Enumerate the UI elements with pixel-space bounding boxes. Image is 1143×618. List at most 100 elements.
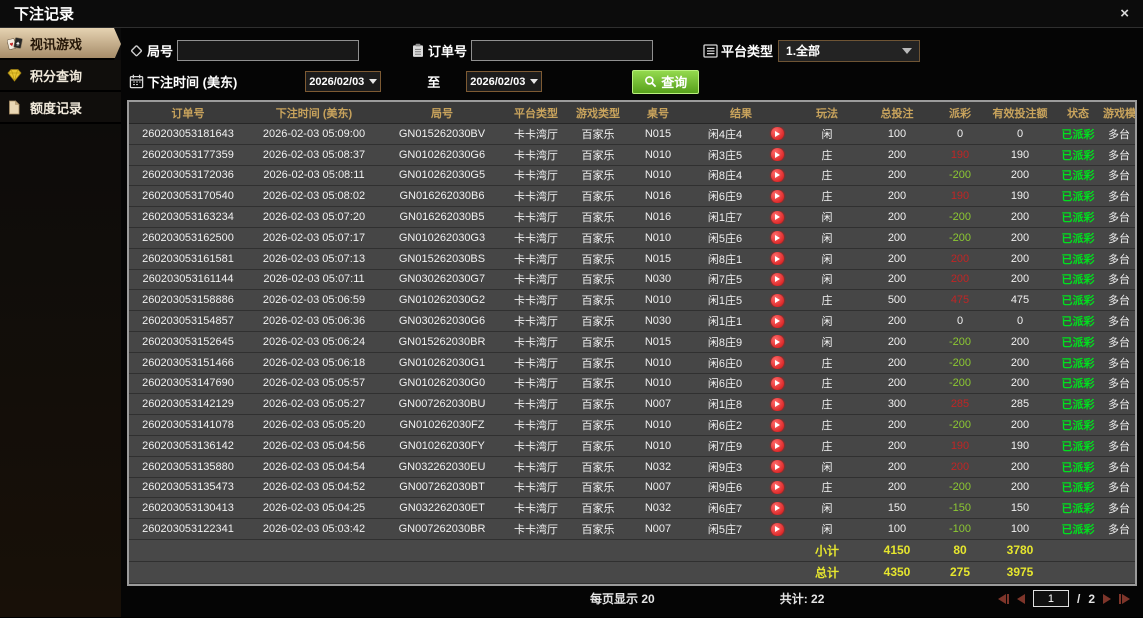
cell-bet: 200 [887,252,907,265]
close-icon[interactable]: × [1120,6,1129,21]
cell-result: 闲3庄5 [707,149,743,162]
total-payout: 275 [949,565,971,580]
column-header: 桌号 [647,107,669,120]
cell-table: N030 [644,315,672,328]
cell-valid: 200 [1010,356,1030,369]
document-icon [7,99,23,115]
cell-payout: 200 [950,252,970,265]
replay-play-icon[interactable] [761,148,793,162]
replay-play-icon[interactable] [761,231,793,245]
cell-platform: 卡卡湾厅 [514,170,558,183]
cell-result: 闲6庄0 [707,378,743,391]
replay-play-icon[interactable] [761,376,793,390]
window-titlebar: 下注记录 × [0,0,1143,28]
cell-game: 百家乐 [581,212,615,225]
page-number-input[interactable] [1032,590,1069,608]
cell-order: 260203053170540 [142,190,234,203]
total-valid: 3975 [1006,565,1034,580]
prev-page-icon[interactable] [1016,593,1025,604]
cell-table: N010 [644,294,672,307]
cell-mode: 多台 [1108,399,1130,412]
subtotal-label: 小计 [814,543,839,558]
cell-play: 闲 [821,212,833,225]
chevron-down-icon [530,79,539,84]
table-row: 260203053163234 2026-02-03 05:07:20 GN0162… [129,207,1135,228]
cell-play: 闲 [821,524,833,537]
round-number-label: 局号 [147,44,174,59]
cell-time: 2026-02-03 05:04:56 [262,439,366,452]
last-page-icon[interactable] [1119,593,1130,604]
sidebar-item-video-games[interactable]: ♥ ♠ 视讯游戏 [0,28,121,60]
pagination-bar: 每页显示 20 共计: 22 / 2 [125,586,1140,612]
cell-play: 庄 [821,149,833,162]
cell-round: GN010262030FZ [399,419,485,432]
cell-bet: 200 [887,460,907,473]
table-row: 260203053161581 2026-02-03 05:07:13 GN0152… [129,248,1135,270]
total-label: 总计 [814,565,839,580]
cell-valid: 200 [1010,335,1030,348]
cell-order: 260203053122341 [142,523,234,536]
search-icon [644,75,657,88]
cell-payout: -150 [948,502,972,515]
cell-game: 百家乐 [581,524,615,537]
replay-play-icon[interactable] [761,397,793,411]
cell-result: 闲6庄9 [707,191,743,204]
query-button[interactable]: 查询 [632,69,700,94]
cell-play: 闲 [821,503,833,516]
sidebar-item-quota-records[interactable]: 额度记录 [0,92,121,124]
cell-result: 闲1庄1 [707,316,743,329]
replay-play-icon[interactable] [761,480,793,494]
cell-round: GN015262030BV [398,127,486,140]
cell-status: 已派彩 [1061,336,1095,349]
replay-play-icon[interactable] [761,252,793,266]
cell-valid: 150 [1010,502,1030,515]
cell-play: 庄 [821,420,833,433]
column-header: 游戏模式 [1103,107,1135,120]
cell-round: GN010262030G1 [398,356,486,369]
clipboard-icon [411,43,425,58]
replay-play-icon[interactable] [761,501,793,515]
cell-status: 已派彩 [1061,420,1095,433]
replay-play-icon[interactable] [761,314,793,328]
cell-play: 闲 [821,274,833,287]
replay-play-icon[interactable] [761,439,793,453]
cell-table: N010 [644,439,672,452]
replay-play-icon[interactable] [761,293,793,307]
cell-status: 已派彩 [1061,170,1095,183]
cell-order: 260203053163234 [142,211,234,224]
replay-play-icon[interactable] [761,460,793,474]
first-page-icon[interactable] [997,593,1009,604]
page-title: 下注记录 [14,6,75,23]
cell-mode: 多台 [1108,357,1130,370]
cell-valid: 0 [1016,127,1024,140]
cell-play: 庄 [821,440,833,453]
order-number-input[interactable] [471,40,654,61]
table-body: 260203053181643 2026-02-03 05:09:00 GN0152… [129,124,1135,584]
cell-table: N010 [644,419,672,432]
round-number-input[interactable] [177,40,360,61]
replay-play-icon[interactable] [761,189,793,203]
replay-play-icon[interactable] [761,418,793,432]
table-row: 260203053122341 2026-02-03 05:03:42 GN0072… [129,519,1135,540]
replay-play-icon[interactable] [761,335,793,349]
replay-play-icon[interactable] [761,168,793,182]
sidebar-item-points-query[interactable]: 积分查询 [0,60,121,92]
replay-play-icon[interactable] [761,356,793,370]
table-row: 260203053141078 2026-02-03 05:05:20 GN0102… [129,415,1135,436]
table-row: 260203053147690 2026-02-03 05:05:57 GN0102… [129,373,1135,395]
cell-time: 2026-02-03 05:07:17 [262,231,366,244]
platform-type-select[interactable]: 1.全部 [778,39,921,62]
replay-play-icon[interactable] [761,210,793,224]
cell-order: 260203053177359 [142,148,234,161]
date-from-picker[interactable]: 2026/02/03 [305,71,382,92]
table-row: 260203053181643 2026-02-03 05:09:00 GN0152… [129,124,1135,145]
replay-play-icon[interactable] [761,272,793,286]
cell-payout: -200 [948,211,972,224]
date-to-picker[interactable]: 2026/02/03 [466,71,543,92]
cell-platform: 卡卡湾厅 [514,524,558,537]
replay-play-icon[interactable] [761,522,793,536]
next-page-icon[interactable] [1103,593,1111,604]
table-row: 260203053154857 2026-02-03 05:06:36 GN0302… [129,311,1135,332]
cell-bet: 200 [887,273,907,286]
replay-play-icon[interactable] [761,127,793,141]
